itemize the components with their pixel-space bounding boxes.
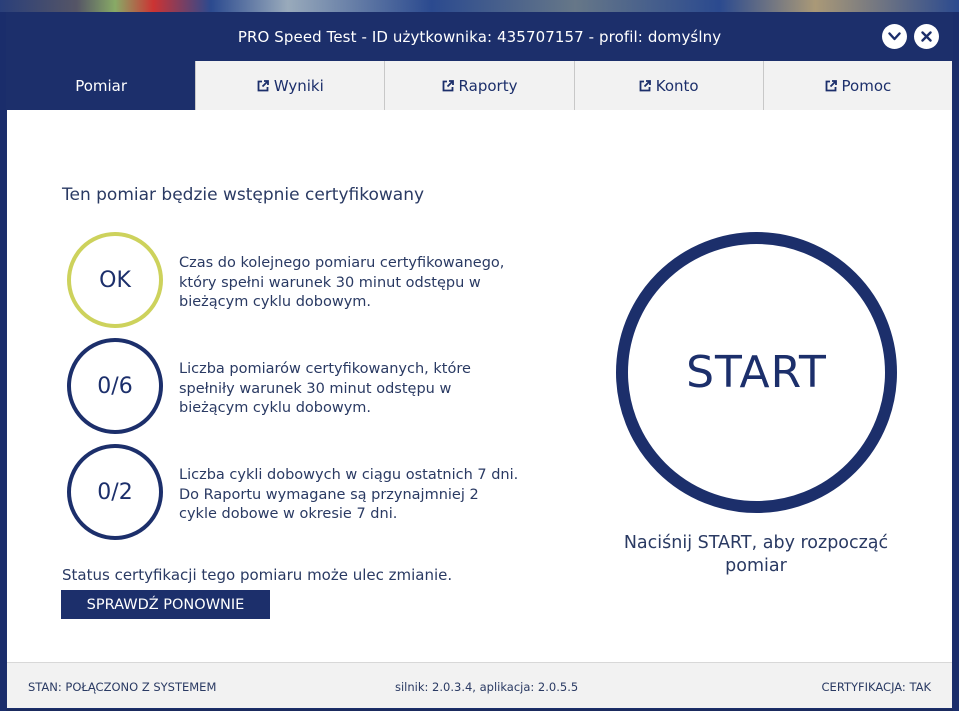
status-bar: STAN: POŁĄCZONO Z SYSTEMEM silnik: 2.0.3… [7,662,952,708]
criterion-time: OK Czas do kolejnego pomiaru certyfikowa… [67,232,527,328]
recheck-button[interactable]: SPRAWDŹ PONOWNIE [61,590,270,619]
app-window: PRO Speed Test - ID użytkownika: 4357071… [6,12,953,709]
title-bar[interactable]: PRO Speed Test - ID użytkownika: 4357071… [7,13,952,61]
measurement-panel: Ten pomiar będzie wstępnie certyfikowany… [7,110,952,662]
tab-pomiar[interactable]: Pomiar [7,61,197,110]
external-link-icon [639,79,651,91]
external-link-icon [257,79,269,91]
certification-headline: Ten pomiar będzie wstępnie certyfikowany [62,185,425,205]
external-link-icon [442,79,454,91]
tab-raporty[interactable]: Raporty [385,61,575,110]
criterion-value: 0/6 [97,373,133,399]
tab-label: Wyniki [273,76,324,95]
desktop-background-right [953,12,959,711]
connection-status: STAN: POŁĄCZONO Z SYSTEMEM [28,680,217,694]
tab-label: Konto [655,76,699,95]
criterion-value: 0/2 [97,479,133,505]
criterion-daily-cycles: 0/2 Liczba cykli dobowych w ciągu ostatn… [67,444,527,540]
criterion-description: Liczba pomiarów certyfikowanych, które s… [179,361,471,416]
criterion-description: Czas do kolejnego pomiaru certyfikowaneg… [179,255,505,310]
close-button[interactable] [914,24,939,49]
version-info: silnik: 2.0.3.4, aplikacja: 2.0.5.5 [395,680,579,694]
tab-pomoc[interactable]: Pomoc [763,61,953,110]
chevron-down-icon [888,32,901,41]
status-ring: 0/6 [67,338,163,434]
start-label: START [686,347,827,398]
status-ring: 0/2 [67,444,163,540]
criterion-description: Liczba cykli dobowych w ciągu ostatnich … [179,467,519,522]
start-button[interactable]: START [616,232,897,513]
start-hint: Naciśnij START, aby rozpocząć pomiar [623,533,889,576]
criterion-measurements: 0/6 Liczba pomiarów certyfikowanych, któ… [67,338,527,434]
certification-status: CERTYFIKACJA: TAK [821,680,931,694]
tab-wyniki[interactable]: Wyniki [196,61,386,110]
status-ring: OK [67,232,163,328]
tab-konto[interactable]: Konto [574,61,764,110]
tab-label: Raporty [458,76,518,95]
external-link-icon [825,79,837,91]
desktop-background-top [0,0,959,12]
criterion-value: OK [99,267,131,293]
tab-label: Pomiar [75,76,128,95]
window-title: PRO Speed Test - ID użytkownika: 4357071… [237,28,722,46]
certification-status-note: Status certyfikacji tego pomiaru może ul… [62,566,453,584]
tab-label: Pomoc [841,76,892,95]
close-icon [921,31,932,42]
minimize-button[interactable] [882,24,907,49]
main-tabs: Pomiar Wyniki Raporty Konto Pomoc [7,61,953,110]
